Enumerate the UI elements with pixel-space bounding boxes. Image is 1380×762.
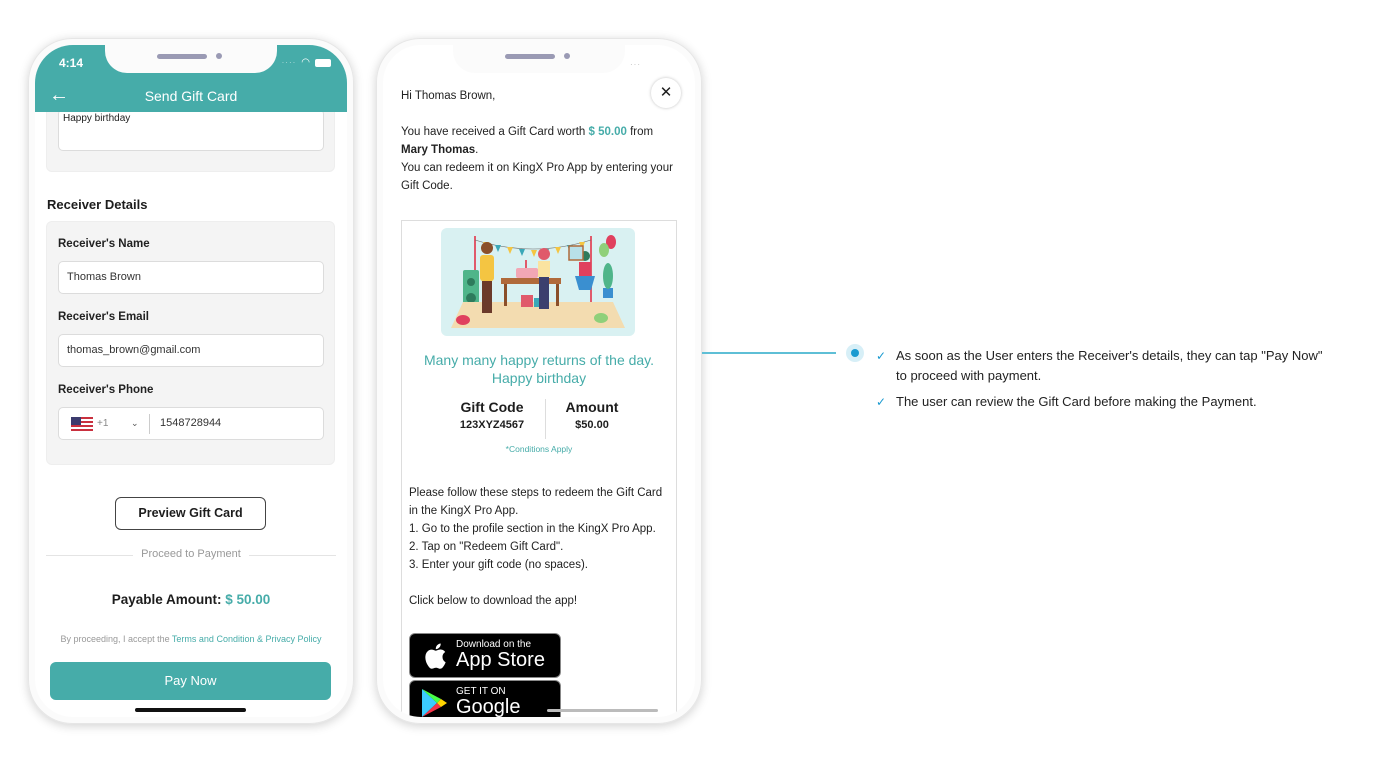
step-item: 3. Enter your gift code (no spaces). bbox=[409, 559, 588, 571]
amount-label: Amount bbox=[565, 399, 619, 415]
name-label: Receiver's Name bbox=[58, 238, 150, 250]
apple-icon bbox=[425, 643, 446, 669]
divider bbox=[149, 413, 150, 434]
google-play-button[interactable]: GET IT ON Google Play bbox=[409, 680, 561, 717]
step-item: 1. Go to the profile section in the King… bbox=[409, 523, 656, 535]
preview-gift-card-button[interactable]: Preview Gift Card bbox=[115, 497, 266, 530]
annotation-item: ✓ The user can review the Gift Card befo… bbox=[876, 392, 1326, 412]
google-play-big-text: Google Play bbox=[456, 696, 521, 717]
intro-prefix: You have received a Gift Card worth bbox=[401, 126, 589, 138]
redeem-steps: Please follow these steps to redeem the … bbox=[409, 484, 671, 610]
wish-line-1: Many many happy returns of the day. bbox=[423, 352, 655, 368]
google-play-icon bbox=[422, 689, 447, 717]
pay-now-button[interactable]: Pay Now bbox=[50, 662, 331, 700]
payable-value: $ 50.00 bbox=[225, 592, 271, 607]
gift-code-block: Gift Code 123XYZ4567 bbox=[437, 399, 547, 431]
notch bbox=[453, 45, 625, 73]
email-input[interactable]: thomas_brown@gmail.com bbox=[58, 334, 324, 367]
page-title: Send Gift Card bbox=[144, 88, 238, 104]
divider-text: Proceed to Payment bbox=[133, 548, 249, 560]
redeem-note: You can redeem it on KingX Pro App by en… bbox=[401, 162, 673, 192]
screen: ··· ✕ Hi Thomas Brown, You have received… bbox=[383, 45, 695, 717]
phone-input[interactable]: 1548728944 bbox=[160, 408, 221, 439]
download-prompt: Click below to download the app! bbox=[409, 595, 578, 607]
conditions-text: *Conditions Apply bbox=[505, 444, 573, 454]
phone-gift-card-preview: ··· ✕ Hi Thomas Brown, You have received… bbox=[376, 38, 702, 724]
annotation-dot bbox=[846, 344, 864, 362]
phone-send-gift-card: 4:14 ···· ◠ ← Send Gift Card Happy birth… bbox=[28, 38, 354, 724]
wifi-icon: ◠ bbox=[301, 57, 310, 68]
intro-text: You have received a Gift Card worth $ 50… bbox=[401, 126, 673, 192]
home-indicator bbox=[135, 708, 246, 712]
check-circle-icon: ✓ bbox=[876, 395, 887, 409]
phone-field: +1 ⌄ 1548728944 bbox=[58, 407, 324, 440]
section-title: Receiver Details bbox=[47, 197, 148, 212]
step-item: 2. Tap on "Redeem Gift Card". bbox=[409, 541, 564, 553]
wish-message: Many many happy returns of the day. Happ… bbox=[402, 351, 676, 387]
annotation-item: ✓ As soon as the User enters the Receive… bbox=[876, 346, 1326, 386]
country-code[interactable]: +1 bbox=[97, 408, 127, 439]
annotation-text: As soon as the User enters the Receiver'… bbox=[896, 348, 1323, 383]
amount-value: $50.00 bbox=[575, 419, 609, 431]
wish-line-2: Happy birthday bbox=[491, 370, 587, 386]
payable-amount: Payable Amount: $ 50.00 bbox=[35, 592, 347, 607]
screen: 4:14 ···· ◠ ← Send Gift Card Happy birth… bbox=[35, 45, 347, 717]
app-store-button[interactable]: Download on the App Store bbox=[409, 633, 561, 678]
gift-code-label: Gift Code bbox=[460, 399, 524, 415]
terms-text: By proceeding, I accept the Terms and Co… bbox=[35, 634, 347, 644]
message-card: Happy birthday bbox=[46, 102, 335, 172]
steps-intro: Please follow these steps to redeem the … bbox=[409, 487, 663, 517]
gift-card: Many many happy returns of the day. Happ… bbox=[401, 220, 677, 717]
app-store-big-text: App Store bbox=[456, 649, 545, 671]
terms-link[interactable]: Terms and Condition & Privacy Policy bbox=[172, 634, 322, 644]
intro-from: from bbox=[626, 126, 654, 138]
connector-line bbox=[702, 352, 836, 354]
sender-name: Mary Thomas bbox=[401, 144, 476, 156]
intro-amount: $ 50.00 bbox=[588, 126, 627, 138]
greeting: Hi Thomas Brown, bbox=[401, 90, 496, 102]
check-circle-icon: ✓ bbox=[876, 349, 887, 363]
chevron-down-icon[interactable]: ⌄ bbox=[131, 408, 149, 439]
amount-block: Amount $50.00 bbox=[537, 399, 647, 431]
annotation-text: The user can review the Gift Card before… bbox=[896, 394, 1257, 409]
phone-label: Receiver's Phone bbox=[58, 384, 154, 396]
email-label: Receiver's Email bbox=[58, 311, 149, 323]
signal-icon: ··· bbox=[630, 60, 641, 69]
terms-prefix: By proceeding, I accept the bbox=[60, 634, 172, 644]
battery-icon bbox=[315, 58, 331, 67]
receiver-card: Receiver's Name Thomas Brown Receiver's … bbox=[46, 221, 335, 465]
us-flag-icon[interactable] bbox=[71, 416, 93, 431]
name-input[interactable]: Thomas Brown bbox=[58, 261, 324, 294]
status-time: 4:14 bbox=[59, 56, 84, 70]
payable-label: Payable Amount: bbox=[111, 592, 222, 607]
message-input[interactable]: Happy birthday bbox=[58, 109, 324, 151]
notch bbox=[105, 45, 277, 73]
status-icons: ···· ◠ bbox=[282, 57, 331, 68]
home-indicator bbox=[547, 709, 658, 712]
signal-icon: ···· bbox=[281, 58, 297, 67]
party-illustration bbox=[441, 228, 635, 336]
gift-code-value: 123XYZ4567 bbox=[459, 419, 525, 431]
